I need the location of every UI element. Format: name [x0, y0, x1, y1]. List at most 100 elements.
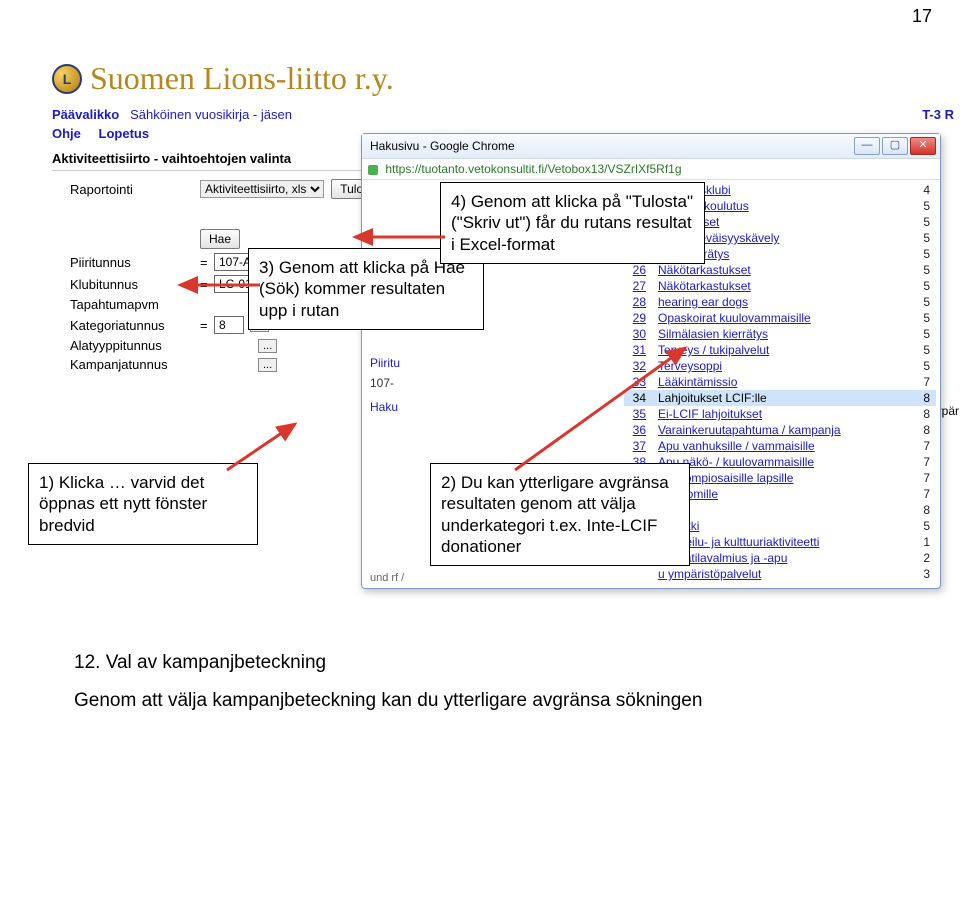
row-cat: 3: [910, 566, 936, 582]
kampanja-label: Kampanjatunnus: [70, 357, 200, 372]
row-label[interactable]: äpankki: [652, 518, 910, 534]
alatyyppi-label: Alatyyppitunnus: [70, 338, 200, 353]
popup-title: Hakusivu - Google Chrome: [370, 139, 515, 153]
row-id[interactable]: 32: [624, 358, 652, 374]
row-cat: 7: [910, 486, 936, 502]
row-id[interactable]: 28: [624, 294, 652, 310]
row-cat: 7: [910, 470, 936, 486]
window-minimize-icon[interactable]: —: [854, 137, 880, 155]
kategoria-value[interactable]: 8: [214, 316, 244, 334]
row-label[interactable]: Näkötarkastukset: [652, 262, 910, 278]
alatyyppi-lookup-button[interactable]: ...: [258, 339, 277, 353]
row-cat: 5: [910, 326, 936, 342]
table-row[interactable]: 30Silmälasien kierrätys5: [624, 326, 936, 342]
row-label[interactable]: Apu näkö- / kuulovammaisille: [652, 454, 910, 470]
table-row[interactable]: 36Varainkeruutapahtuma / kampanja8: [624, 422, 936, 438]
kampanja-lookup-button[interactable]: ...: [258, 358, 277, 372]
table-row[interactable]: 34Lahjoitukset LCIF:lle8: [624, 390, 936, 406]
row-cat: 8: [910, 406, 936, 422]
lock-icon: [368, 165, 378, 175]
row-cat: 5: [910, 294, 936, 310]
window-maximize-icon[interactable]: ▢: [882, 137, 908, 155]
row-label[interactable]: Terveys / tukipalvelut: [652, 342, 910, 358]
popup-piiri-label: Piiritu: [370, 356, 400, 370]
popup-footer-crop: und rf /: [370, 572, 404, 584]
table-row[interactable]: 29Opaskoirat kuulovammaisille5: [624, 310, 936, 326]
row-cat: 5: [910, 262, 936, 278]
row-label[interactable]: Silmälasien kierrätys: [652, 326, 910, 342]
table-row[interactable]: 37Apu vanhuksille / vammaisille7: [624, 438, 936, 454]
row-cat: 7: [910, 454, 936, 470]
row-id[interactable]: 29: [624, 310, 652, 326]
raportointi-label: Raportointi: [70, 182, 200, 197]
table-row[interactable]: 26Näkötarkastukset5: [624, 262, 936, 278]
row-cat: 5: [910, 358, 936, 374]
hae-button[interactable]: Hae: [200, 229, 240, 249]
row-label[interactable]: endit: [652, 502, 910, 518]
row-label[interactable]: Varainkeruutapahtuma / kampanja: [652, 422, 910, 438]
row-label[interactable]: huonompiosaisille lapsille: [652, 470, 910, 486]
row-cat: 8: [910, 422, 936, 438]
site-title: Suomen Lions-liitto r.y.: [90, 60, 394, 97]
table-row[interactable]: 32Terveysoppi5: [624, 358, 936, 374]
table-row[interactable]: 31Terveys / tukipalvelut5: [624, 342, 936, 358]
menu-lopetus[interactable]: Lopetus: [99, 126, 150, 141]
row-id[interactable]: 33: [624, 374, 652, 390]
row-id[interactable]: 37: [624, 438, 652, 454]
row-label[interactable]: Apu vanhuksille / vammaisille: [652, 438, 910, 454]
popup-piiri-value: 107-: [370, 376, 394, 390]
row-cat: 4: [910, 182, 936, 198]
row-cat: 8: [910, 502, 936, 518]
raportointi-select[interactable]: Aktiviteettisiirto, xls: [200, 180, 324, 198]
row-cat: 2: [910, 550, 936, 566]
row-id[interactable]: 36: [624, 422, 652, 438]
popup-haku-label: Haku: [370, 400, 398, 414]
window-close-icon[interactable]: ✕: [910, 137, 936, 155]
row-id[interactable]: [624, 566, 652, 582]
site-header: L Suomen Lions-liitto r.y.: [0, 0, 960, 107]
row-label[interactable]: Opaskoirat kuulovammaisille: [652, 310, 910, 326]
footer-heading: 12. Val av kampanjbeteckning: [74, 652, 960, 674]
row-cat: 5: [910, 230, 936, 246]
row-id[interactable]: 31: [624, 342, 652, 358]
table-row[interactable]: 35Ei-LCIF lahjoitukset8: [624, 406, 936, 422]
row-label[interactable]: Ei-LCIF lahjoitukset: [652, 406, 910, 422]
table-row[interactable]: 33Lääkintämissio7: [624, 374, 936, 390]
row-label[interactable]: Lahjoitukset LCIF:lle: [652, 390, 910, 406]
menu-ohje[interactable]: Ohje: [52, 126, 81, 141]
footer-section: 12. Val av kampanjbeteckning Genom att v…: [74, 652, 960, 712]
top-menu: Päävalikko Sähköinen vuosikirja - jäsen …: [0, 107, 960, 122]
table-row[interactable]: 27Näkötarkastukset5: [624, 278, 936, 294]
row-id[interactable]: 34: [624, 390, 652, 406]
kategoria-label: Kategoriatunnus: [70, 318, 200, 333]
klubitunnus-label: Klubitunnus: [70, 277, 200, 292]
table-row[interactable]: u ympäristöpalvelut3: [624, 566, 936, 582]
popup-titlebar: Hakusivu - Google Chrome — ▢ ✕: [362, 134, 940, 159]
menu-paavalikko[interactable]: Päävalikko: [52, 107, 119, 122]
table-row[interactable]: 28hearing ear dogs5: [624, 294, 936, 310]
row-cat: 5: [910, 518, 936, 534]
row-label[interactable]: u hätätilavalmius ja -apu: [652, 550, 910, 566]
row-id[interactable]: 26: [624, 262, 652, 278]
lions-logo-icon: L: [52, 64, 82, 94]
menu-right-crop: T-3 R: [922, 107, 954, 122]
row-cat: 7: [910, 438, 936, 454]
row-id[interactable]: 35: [624, 406, 652, 422]
row-label[interactable]: Näkötarkastukset: [652, 278, 910, 294]
row-label[interactable]: hearing ear dogs: [652, 294, 910, 310]
row-label[interactable]: u ympäristöpalvelut: [652, 566, 910, 582]
row-id[interactable]: 30: [624, 326, 652, 342]
piiritunnus-label: Piiritunnus: [70, 255, 200, 270]
row-label[interactable]: kodittomille: [652, 486, 910, 502]
row-cat: 5: [910, 198, 936, 214]
footer-body: Genom att välja kampanjbeteckning kan du…: [74, 690, 960, 712]
annotation-4: 4) Genom att klicka på "Tulosta" ("Skriv…: [440, 182, 705, 264]
row-label[interactable]: Terveysoppi: [652, 358, 910, 374]
row-label[interactable]: Lääkintämissio: [652, 374, 910, 390]
row-id[interactable]: 27: [624, 278, 652, 294]
annotation-2: 2) Du kan ytterligare avgränsa resultate…: [430, 463, 690, 566]
popup-addressbar: https://tuotanto.vetokonsultit.fi/Vetobo…: [362, 159, 940, 180]
menu-vuosikirja[interactable]: Sähköinen vuosikirja - jäsen: [130, 107, 292, 122]
row-label[interactable]: u urheilu- ja kulttuuriaktiviteetti: [652, 534, 910, 550]
page-number: 17: [912, 6, 932, 27]
